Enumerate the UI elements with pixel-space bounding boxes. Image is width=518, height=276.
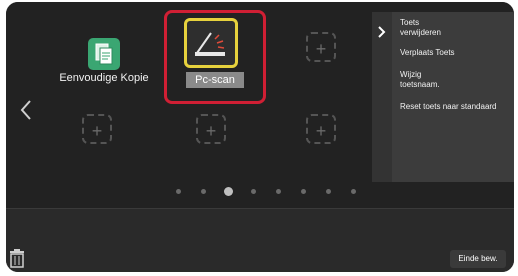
empty-slot-add-icon[interactable]: +: [196, 114, 226, 144]
empty-slot-add-icon[interactable]: +: [306, 32, 336, 62]
page-dot[interactable]: [326, 189, 331, 194]
copy-icon: [88, 38, 120, 70]
chevron-right-icon: [378, 26, 386, 38]
page-dot[interactable]: [301, 189, 306, 194]
page-dot[interactable]: [276, 189, 281, 194]
menu-item-move-key[interactable]: Verplaats Toets: [400, 48, 512, 58]
page-indicator: [176, 186, 376, 196]
previous-page-arrow-icon[interactable]: [18, 98, 34, 122]
page-dot[interactable]: [201, 189, 206, 194]
tile-pc-scan[interactable]: [184, 18, 238, 68]
menu-item-rename-key[interactable]: Wijzig toetsnaam.: [400, 70, 512, 90]
empty-slot-add-icon[interactable]: +: [82, 114, 112, 144]
key-options-panel: Toets verwijderen Verplaats Toets Wijzig…: [372, 12, 514, 182]
bottom-bar: [6, 208, 514, 272]
empty-slot-add-icon[interactable]: +: [306, 114, 336, 144]
panel-collapse-handle[interactable]: [372, 12, 392, 182]
page-dot[interactable]: [251, 189, 256, 194]
tile-pc-scan-label: Pc-scan: [186, 72, 244, 88]
home-screen-editor: Eenvoudige Kopie Pc-scan + + + + Toets v…: [6, 2, 514, 272]
tile-simple-copy-label: Eenvoudige Kopie: [59, 72, 149, 84]
tile-simple-copy[interactable]: Eenvoudige Kopie: [56, 16, 152, 112]
page-dot[interactable]: [176, 189, 181, 194]
page-dot-active[interactable]: [224, 187, 233, 196]
done-editing-button[interactable]: Einde bew.: [450, 250, 506, 268]
home-grid: Eenvoudige Kopie Pc-scan + + + + Toets v…: [6, 2, 514, 208]
page-dot[interactable]: [351, 189, 356, 194]
trash-icon[interactable]: [8, 248, 26, 268]
menu-item-reset-key[interactable]: Reset toets naar standaard: [400, 102, 512, 112]
menu-item-delete-key[interactable]: Toets verwijderen: [400, 18, 512, 38]
scan-to-pc-icon: [195, 32, 225, 56]
